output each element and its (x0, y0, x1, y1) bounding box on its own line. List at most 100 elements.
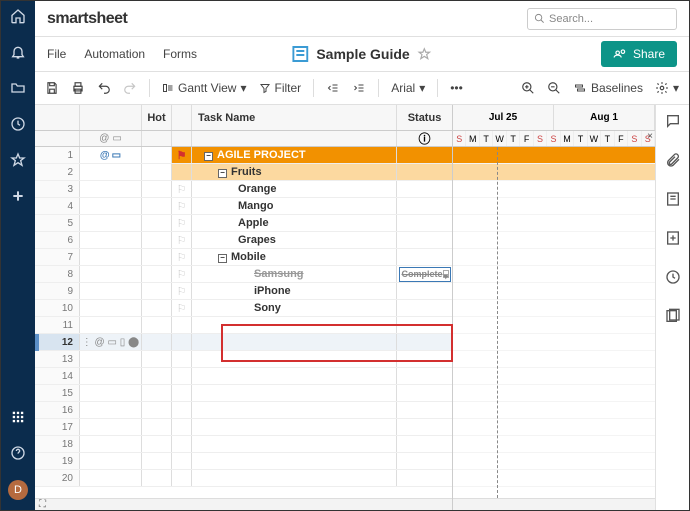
bell-icon[interactable] (9, 43, 27, 61)
share-button[interactable]: Share (601, 41, 677, 67)
gantt-day: S (547, 131, 560, 146)
zoom-in-button[interactable] (521, 81, 535, 95)
table-row[interactable]: 7⚐−Mobile (35, 249, 452, 266)
gantt-body[interactable] (453, 147, 655, 498)
table-row[interactable]: 2−Fruits (35, 164, 452, 181)
today-line (497, 147, 498, 498)
table-row[interactable]: 1@▭⚑−AGILE PROJECT (35, 147, 452, 164)
zoom-out-button[interactable] (547, 81, 561, 95)
right-rail (655, 105, 689, 510)
table-row[interactable]: 6⚐Grapes (35, 232, 452, 249)
table-row[interactable]: 5⚐Apple (35, 215, 452, 232)
table-row[interactable]: 9⚐iPhone (35, 283, 452, 300)
favorite-star-icon[interactable] (418, 47, 432, 61)
close-gantt-icon[interactable]: × (647, 131, 653, 142)
status-dropdown[interactable]: Complete▾ (399, 267, 451, 282)
menubar: File Automation Forms Sample Guide Share (35, 37, 689, 71)
sheet-icon (292, 46, 308, 62)
table-row[interactable]: 18 (35, 436, 452, 453)
comments-icon[interactable] (665, 113, 681, 134)
indent-button[interactable] (352, 82, 366, 94)
gantt-month: Jul 25 (453, 105, 554, 130)
recent-icon[interactable] (9, 115, 27, 133)
gantt-day: W (588, 131, 601, 146)
col-hot-header[interactable]: Hot (142, 105, 172, 130)
star-icon[interactable] (9, 151, 27, 169)
folder-icon[interactable] (9, 79, 27, 97)
activity-log-icon[interactable] (665, 308, 681, 329)
baselines-button[interactable]: Baselines (573, 81, 643, 95)
nav-rail: D (1, 1, 35, 510)
gantt-day: S (534, 131, 547, 146)
gantt-day: M (466, 131, 479, 146)
menu-forms[interactable]: Forms (163, 47, 197, 61)
gantt-month: Aug 1 (554, 105, 655, 130)
proofs-icon[interactable] (665, 191, 681, 212)
home-icon[interactable] (9, 7, 27, 25)
table-row[interactable]: 11 (35, 317, 452, 334)
undo-button[interactable] (97, 81, 111, 95)
col-status-header[interactable]: Status (397, 105, 452, 130)
add-icon[interactable] (9, 187, 27, 205)
grid-subheader: @▭ ⓘ (35, 131, 452, 147)
gantt-day: T (574, 131, 587, 146)
table-row[interactable]: 15 (35, 385, 452, 402)
table-row[interactable]: 8⚐SamsungComplete▾ (35, 266, 452, 283)
grid-header: Hot Task Name Status (35, 105, 452, 131)
content-area: Hot Task Name Status @▭ ⓘ 1@▭⚑−AGILE PRO… (35, 105, 689, 510)
outdent-button[interactable] (326, 82, 340, 94)
filter-button[interactable]: Filter (259, 81, 302, 95)
search-input[interactable]: Search... (527, 8, 677, 30)
print-button[interactable] (71, 81, 85, 95)
table-row[interactable]: 20 (35, 470, 452, 487)
main-area: smartsheet Search... File Automation For… (35, 1, 689, 510)
table-row[interactable]: 19 (35, 453, 452, 470)
table-row[interactable]: 16 (35, 402, 452, 419)
column-info-icon[interactable]: ⓘ (397, 131, 452, 146)
view-dropdown[interactable]: Gantt View ▾ (162, 81, 247, 95)
gantt-day: T (507, 131, 520, 146)
table-row[interactable]: 3⚐Orange (35, 181, 452, 198)
menu-automation[interactable]: Automation (84, 47, 145, 61)
font-dropdown[interactable]: Arial ▾ (391, 81, 425, 95)
sheet-title-wrap: Sample Guide (292, 46, 431, 62)
update-request-icon[interactable] (665, 230, 681, 251)
attachments-icon[interactable] (665, 152, 681, 173)
gantt-day: F (520, 131, 533, 146)
table-row[interactable]: 17 (35, 419, 452, 436)
gantt-day: M (561, 131, 574, 146)
gantt-day: T (601, 131, 614, 146)
redo-button[interactable] (123, 81, 137, 95)
toolbar: Gantt View ▾ Filter Arial ▾ ••• Baseline… (35, 71, 689, 105)
col-task-header[interactable]: Task Name (192, 105, 397, 130)
gantt-scroll[interactable] (453, 498, 655, 510)
topbar: smartsheet Search... (35, 1, 689, 37)
sheet-title[interactable]: Sample Guide (316, 46, 409, 62)
apps-icon[interactable] (9, 408, 27, 426)
table-row[interactable]: 10⚐Sony (35, 300, 452, 317)
table-row[interactable]: 12⋮ @ ▭ ▯ ⬤ (35, 334, 452, 351)
search-placeholder: Search... (549, 13, 593, 25)
settings-button[interactable]: ▾ (655, 81, 679, 95)
publish-icon[interactable] (665, 269, 681, 290)
gantt-day: F (615, 131, 628, 146)
gantt-day-header: SMTWTFSSMTWTFSS× (453, 131, 655, 147)
help-icon[interactable] (9, 444, 27, 462)
table-row[interactable]: 4⚐Mango (35, 198, 452, 215)
avatar[interactable]: D (8, 480, 28, 500)
gantt-day: S (628, 131, 641, 146)
expand-icon[interactable]: ⛶ (35, 499, 46, 510)
gantt-panel: Jul 25Aug 1 SMTWTFSSMTWTFSS× (453, 105, 655, 510)
gantt-day: W (493, 131, 506, 146)
save-button[interactable] (45, 81, 59, 95)
grid-rows: 1@▭⚑−AGILE PROJECT2−Fruits3⚐Orange4⚐Mang… (35, 147, 452, 498)
menu-file[interactable]: File (47, 47, 66, 61)
gantt-day: T (480, 131, 493, 146)
logo: smartsheet (47, 10, 127, 28)
bottom-scroll[interactable]: ⛶ (35, 498, 452, 510)
gantt-day: S (453, 131, 466, 146)
grid-panel: Hot Task Name Status @▭ ⓘ 1@▭⚑−AGILE PRO… (35, 105, 453, 510)
more-button[interactable]: ••• (450, 81, 463, 95)
table-row[interactable]: 14 (35, 368, 452, 385)
table-row[interactable]: 13 (35, 351, 452, 368)
